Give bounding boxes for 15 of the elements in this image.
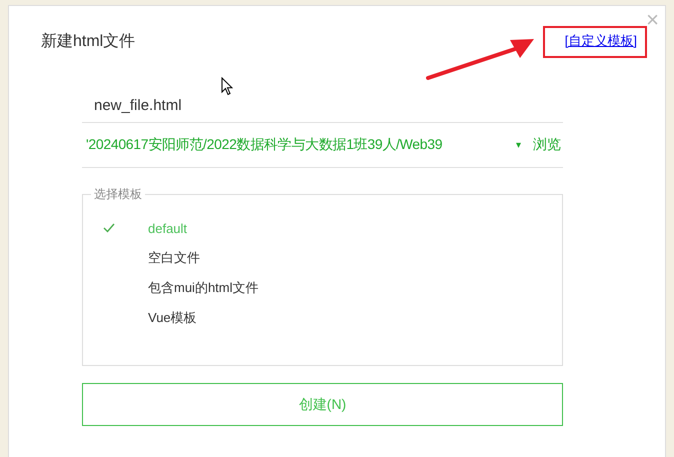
check-icon bbox=[103, 223, 115, 233]
close-button[interactable]: × bbox=[646, 7, 659, 33]
dropdown-caret[interactable]: ▾ bbox=[516, 140, 521, 150]
dialog-title: 新建html文件 bbox=[41, 32, 136, 52]
template-option[interactable]: Vue模板 bbox=[103, 303, 562, 333]
location-field[interactable]: '20240617安阳师范/2022数据科学与大数据1班39人/Web39 bbox=[82, 136, 510, 154]
filename-field[interactable]: new_file.html bbox=[82, 88, 563, 123]
create-button[interactable]: 创建(N) bbox=[82, 383, 563, 426]
browse-link[interactable]: 浏览 bbox=[533, 136, 561, 154]
mouse-pointer-icon bbox=[221, 77, 233, 96]
template-option[interactable]: 空白文件 bbox=[103, 243, 562, 273]
template-option[interactable]: default bbox=[103, 213, 562, 243]
template-option[interactable]: 包含mui的html文件 bbox=[103, 273, 562, 303]
custom-template-link[interactable]: [自定义模板] bbox=[564, 32, 637, 50]
group-legend: 选择模板 bbox=[91, 186, 145, 203]
